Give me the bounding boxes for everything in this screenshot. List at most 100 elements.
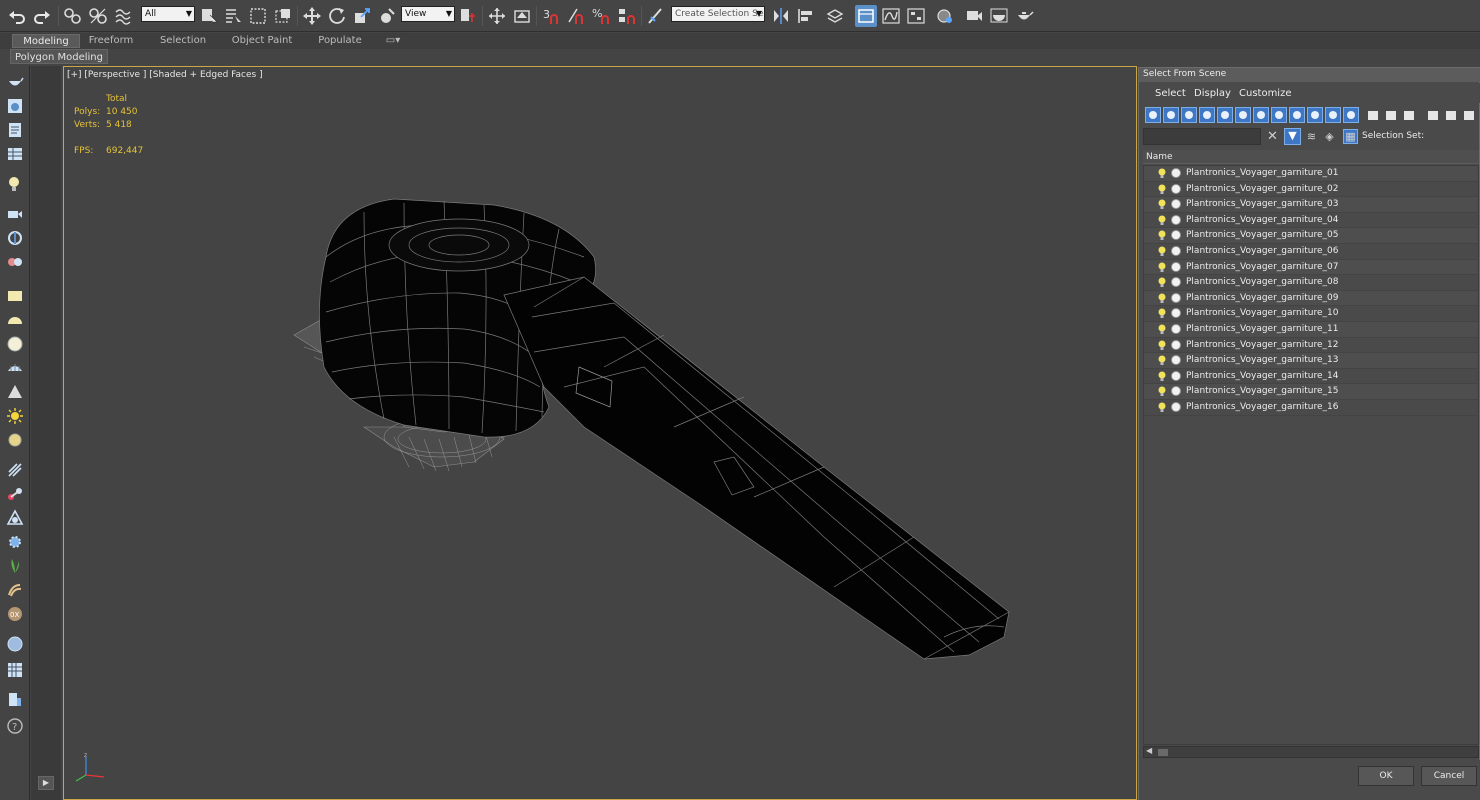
light-bulb-icon[interactable]	[1158, 402, 1166, 412]
menu-customize[interactable]: Customize	[1239, 88, 1292, 99]
display-groups-icon[interactable]	[1253, 107, 1269, 123]
light-bulb-icon[interactable]	[1158, 184, 1166, 194]
undo-icon[interactable]	[6, 5, 28, 27]
ribbon-options-icon[interactable]: ▭▾	[382, 34, 404, 48]
shaded-sphere-icon[interactable]	[4, 634, 26, 654]
polygon-modeling-panel[interactable]: Polygon Modeling	[10, 49, 108, 64]
display-shapes-icon[interactable]	[1163, 107, 1179, 123]
display-frozen-icon[interactable]	[1325, 107, 1341, 123]
rectangular-selection-icon[interactable]	[247, 5, 269, 27]
display-cameras-icon[interactable]	[1199, 107, 1215, 123]
search-input[interactable]	[1143, 128, 1261, 145]
light-bulb-icon[interactable]	[4, 174, 26, 194]
list-column-header[interactable]: Name	[1143, 150, 1479, 164]
texture-icon[interactable]: 0X	[4, 604, 26, 624]
light-bulb-icon[interactable]	[1158, 246, 1166, 256]
ok-button[interactable]: OK	[1358, 766, 1414, 786]
light-bulb-icon[interactable]	[1158, 230, 1166, 241]
viewport-label[interactable]: [+] [Perspective ] [Shaded + Edged Faces…	[67, 70, 263, 80]
curve-editor-icon[interactable]	[880, 5, 902, 27]
render-frame-icon[interactable]	[4, 96, 26, 116]
display-bones-icon[interactable]	[1289, 107, 1305, 123]
layer-explorer-icon[interactable]	[824, 5, 846, 27]
freeze-toggle-icon[interactable]	[1171, 339, 1181, 350]
particle-system-icon[interactable]	[4, 460, 26, 480]
compound-object-icon[interactable]	[4, 508, 26, 528]
scene-explorer-toggle-icon[interactable]	[855, 5, 877, 27]
freeze-toggle-icon[interactable]	[1171, 370, 1181, 381]
light-bulb-icon[interactable]	[1158, 355, 1166, 366]
edit-named-selection-icon[interactable]	[645, 5, 667, 27]
render-production-teapot-icon[interactable]	[1013, 5, 1035, 27]
list-item[interactable]: Plantronics_Voyager_garniture_07	[1144, 259, 1478, 276]
freeze-toggle-icon[interactable]	[1171, 277, 1181, 288]
display-hidden-icon[interactable]	[1343, 107, 1359, 123]
hair-fur-icon[interactable]	[4, 580, 26, 600]
light-bulb-icon[interactable]	[1158, 277, 1166, 288]
reference-coordinate-dropdown[interactable]: View ▼	[401, 6, 455, 22]
list-item[interactable]: Plantronics_Voyager_garniture_13	[1144, 353, 1478, 369]
space-warp-icon[interactable]	[4, 252, 26, 272]
freeze-toggle-icon[interactable]	[1171, 183, 1181, 194]
light-bulb-icon[interactable]	[1158, 215, 1166, 225]
select-and-manipulate-icon[interactable]	[486, 5, 508, 27]
list-item[interactable]: Plantronics_Voyager_garniture_16	[1144, 399, 1478, 416]
grid-table-icon[interactable]	[4, 144, 26, 164]
scroll-left-icon[interactable]: ◀	[1146, 746, 1152, 755]
filter-options-icon[interactable]	[1443, 107, 1459, 123]
freeze-toggle-icon[interactable]	[1171, 355, 1181, 366]
display-space-warps-icon[interactable]	[1235, 107, 1251, 123]
named-selection-set-dropdown[interactable]: Create Selection Se ▼	[671, 6, 765, 22]
angle-snap-toggle-icon[interactable]	[565, 5, 587, 27]
teapot-icon[interactable]	[4, 72, 26, 92]
expand-arrow-icon[interactable]: ▶	[38, 776, 54, 790]
select-and-link-icon[interactable]	[62, 5, 84, 27]
cone-icon[interactable]	[4, 382, 26, 402]
tab-freeform[interactable]: Freeform	[84, 34, 138, 48]
select-and-scale-icon[interactable]	[351, 5, 373, 27]
selection-filter-dropdown[interactable]: All ▼	[141, 6, 195, 22]
freeze-toggle-icon[interactable]	[1171, 168, 1181, 178]
foliage-icon[interactable]	[4, 556, 26, 576]
bind-to-space-warp-icon[interactable]	[112, 5, 134, 27]
document-list-icon[interactable]	[4, 120, 26, 140]
snaps-toggle-icon[interactable]: 3	[540, 5, 562, 27]
percent-snap-toggle-icon[interactable]: %	[590, 5, 612, 27]
freeze-toggle-icon[interactable]	[1171, 261, 1181, 272]
omni-light-icon[interactable]	[4, 430, 26, 450]
gear-icon[interactable]	[4, 532, 26, 552]
schematic-view-icon[interactable]	[905, 5, 927, 27]
sun-icon[interactable]	[4, 406, 26, 426]
select-object-icon[interactable]	[198, 5, 220, 27]
tab-object-paint[interactable]: Object Paint	[228, 34, 296, 48]
layers-toggle-icon[interactable]: ≋	[1305, 130, 1318, 143]
display-lights-icon[interactable]	[1181, 107, 1197, 123]
helper-icon[interactable]	[4, 228, 26, 248]
list-item[interactable]: Plantronics_Voyager_garniture_12	[1144, 337, 1478, 354]
menu-display[interactable]: Display	[1194, 88, 1231, 99]
freeze-toggle-icon[interactable]	[1171, 401, 1181, 412]
cancel-button[interactable]: Cancel	[1421, 766, 1477, 786]
window-crossing-icon[interactable]	[272, 5, 294, 27]
dialog-settings-icon[interactable]	[1461, 107, 1477, 123]
freeze-toggle-icon[interactable]	[1171, 214, 1181, 225]
rendered-frame-window-icon[interactable]	[988, 5, 1010, 27]
tab-populate[interactable]: Populate	[314, 34, 366, 48]
list-item[interactable]: Plantronics_Voyager_garniture_02	[1144, 181, 1478, 198]
freeze-toggle-icon[interactable]	[1171, 245, 1181, 256]
dialog-title-bar[interactable]: Select From Scene	[1139, 68, 1480, 82]
horizontal-scrollbar[interactable]: ◀	[1143, 746, 1479, 758]
geosphere-icon[interactable]	[4, 358, 26, 378]
unlink-selection-icon[interactable]	[87, 5, 109, 27]
close-icon[interactable]: ✕	[1267, 128, 1278, 145]
render-setup-icon[interactable]	[963, 5, 985, 27]
plane-icon[interactable]	[4, 286, 26, 306]
light-bulb-icon[interactable]	[1158, 324, 1166, 334]
light-bulb-icon[interactable]	[1158, 386, 1166, 397]
list-item[interactable]: Plantronics_Voyager_garniture_03	[1144, 197, 1478, 213]
list-item[interactable]: Plantronics_Voyager_garniture_11	[1144, 321, 1478, 338]
light-bulb-icon[interactable]	[1158, 371, 1166, 381]
list-item[interactable]: Plantronics_Voyager_garniture_05	[1144, 228, 1478, 244]
tab-modeling[interactable]: Modeling	[12, 34, 80, 48]
find-case-sensitive-icon[interactable]: ▼	[1284, 128, 1301, 145]
